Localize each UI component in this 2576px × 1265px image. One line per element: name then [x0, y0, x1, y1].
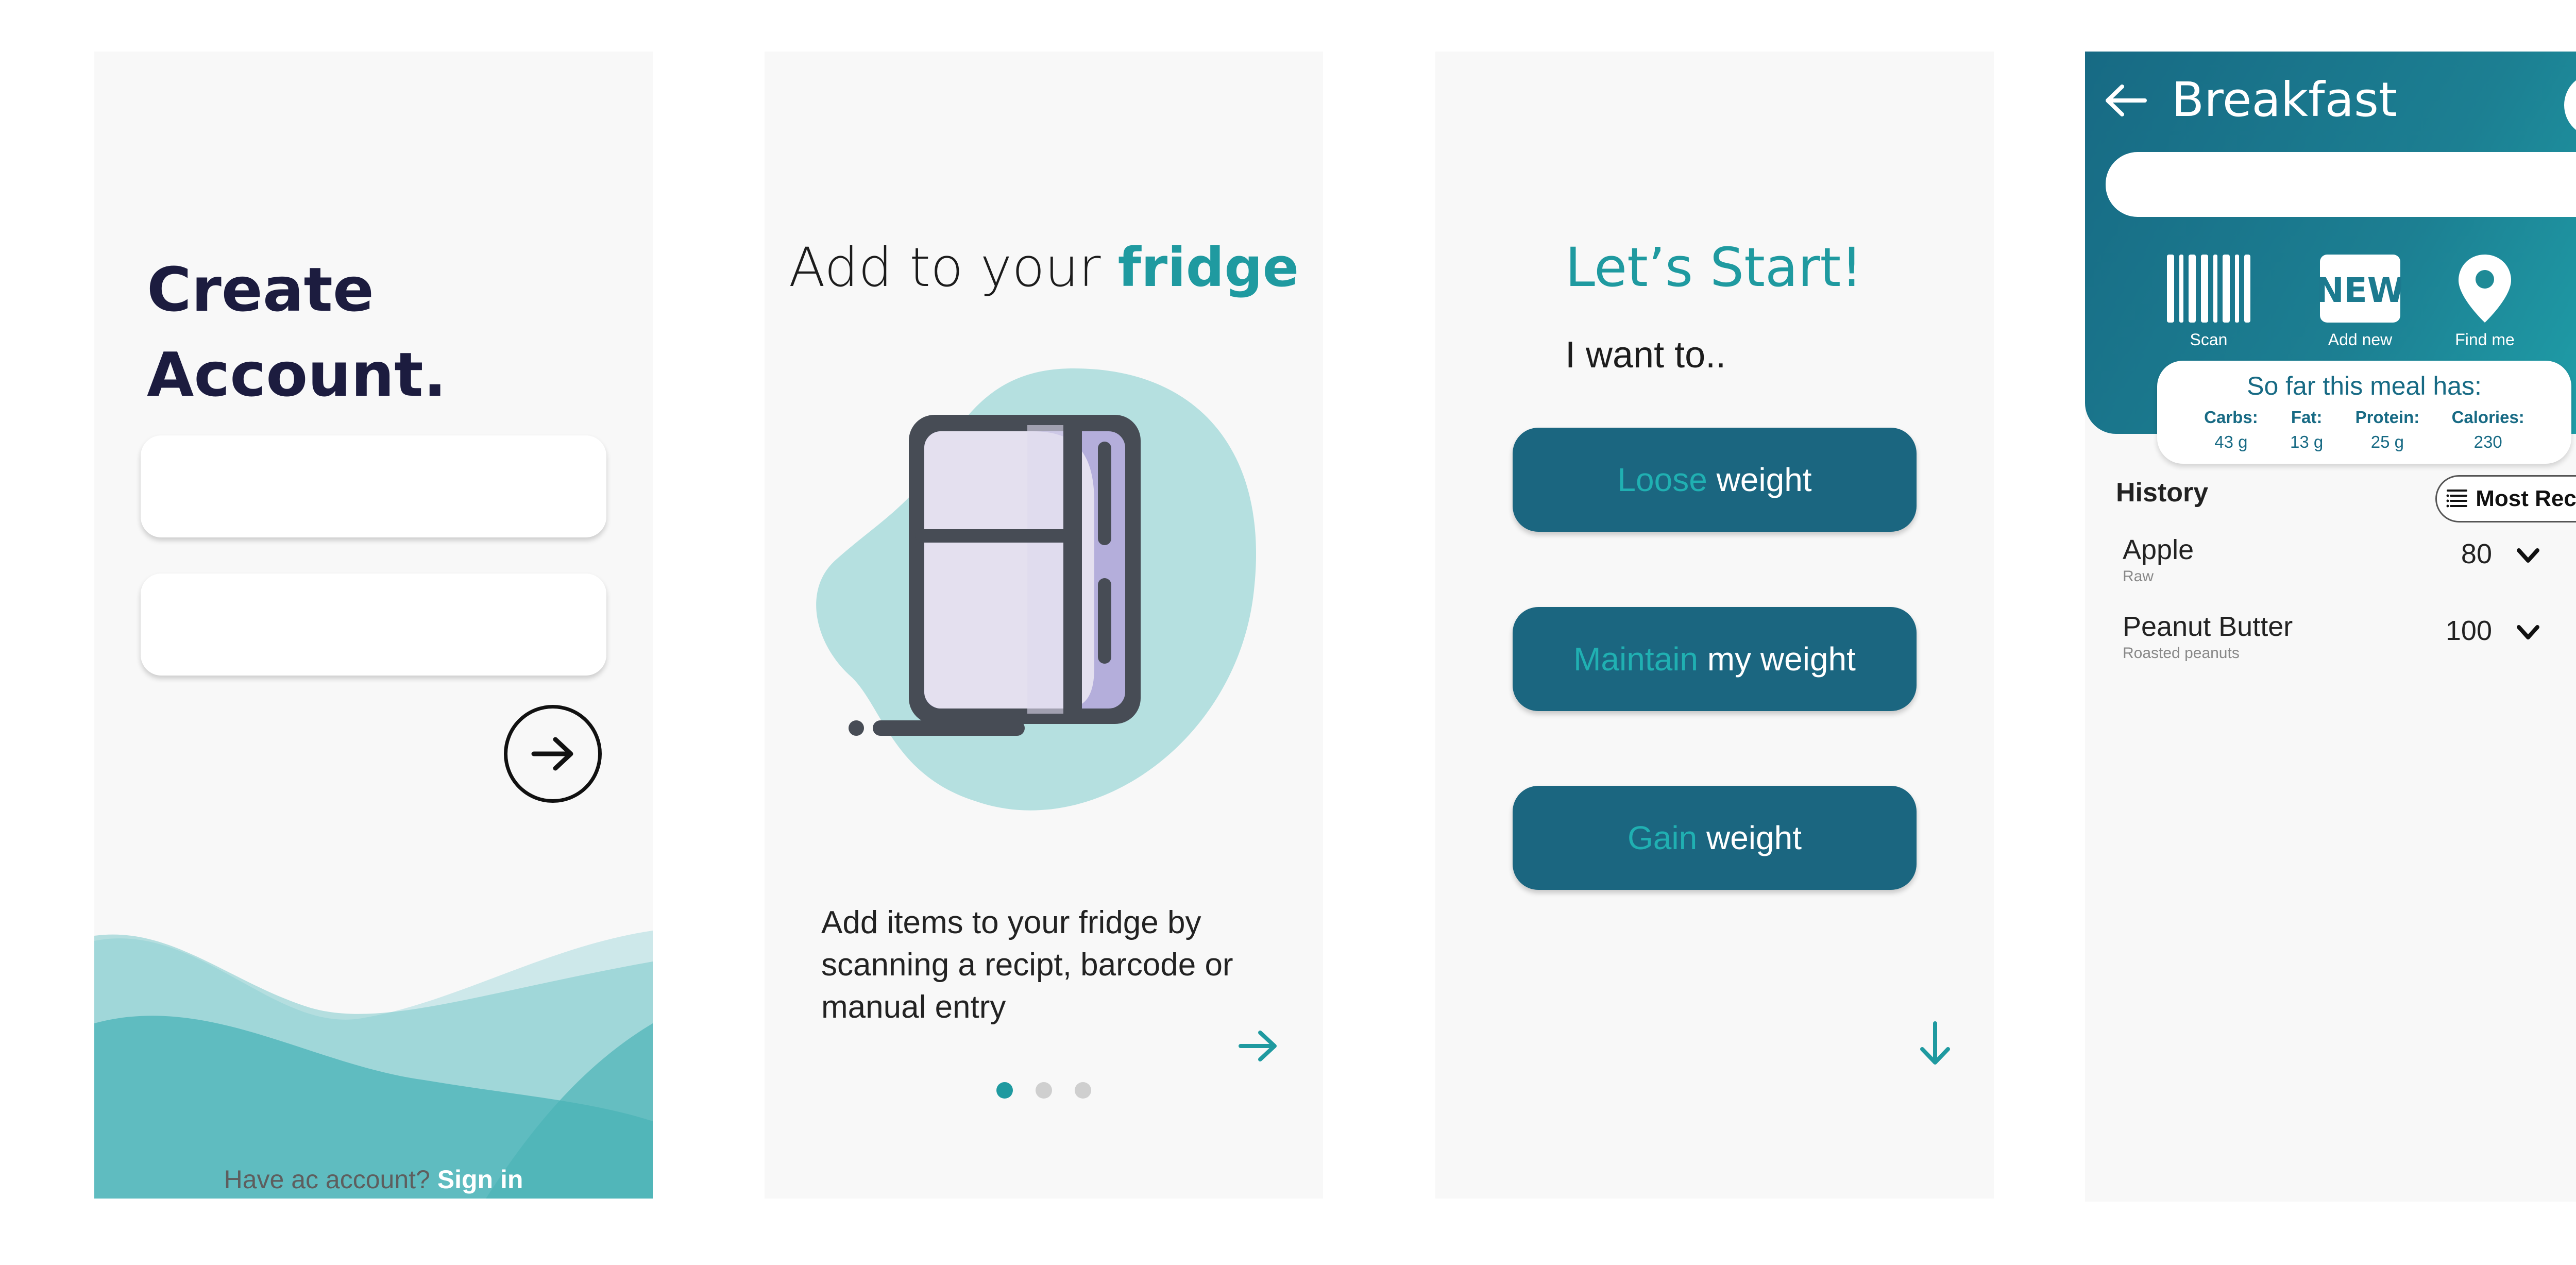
macro-protein: Protein: 25 g	[2355, 405, 2420, 454]
lets-start-title: Let’s Start!	[1565, 236, 1862, 299]
create-account-screen: Create Account. Have ac account? Sign in	[94, 52, 653, 1199]
signin-footer: Have ac account? Sign in	[94, 1165, 653, 1194]
title-line-2: Account.	[147, 339, 447, 410]
list-item: Peanut Butter Roasted peanuts 100	[2085, 611, 2576, 678]
svg-text:NEW: NEW	[2319, 271, 2401, 310]
meal-title: Breakfast	[2172, 72, 2397, 127]
sort-list-icon	[2446, 490, 2468, 508]
list-item: Apple Raw 80	[2085, 534, 2576, 601]
macro-value: 13 g	[2290, 432, 2324, 451]
macro-label: Fat:	[2291, 408, 2323, 427]
next-arrow-icon[interactable]	[1238, 1025, 1279, 1067]
scan-action[interactable]: Scan	[2157, 252, 2260, 349]
item-name: Peanut Butter	[2123, 611, 2293, 642]
fridge-illustration	[816, 368, 1257, 811]
title-line-1: Create	[147, 254, 374, 325]
goal-selection-screen: Let’s Start! I want to.. Loose weight Ma…	[1435, 52, 1994, 1199]
fridge-title: Add to your fridge	[765, 236, 1323, 299]
macro-list: Carbs: 43 g Fat: 13 g Protein: 25 g Calo…	[2157, 401, 2571, 454]
macro-value: 230	[2473, 432, 2502, 451]
fridge-title-highlight: fridge	[1117, 236, 1299, 299]
signup-field-1[interactable]	[141, 435, 606, 537]
wave-decoration	[94, 931, 653, 1199]
pagination-dot[interactable]	[1036, 1082, 1052, 1099]
item-name: Apple	[2123, 534, 2194, 565]
summary-title: So far this meal has:	[2247, 372, 2482, 400]
arrow-down-icon[interactable]	[1917, 1020, 1953, 1067]
meal-summary-card: So far this meal has: Carbs: 43 g Fat: 1…	[2157, 361, 2571, 464]
add-new-action[interactable]: NEW Add new	[2309, 252, 2412, 349]
pagination-dots	[765, 1082, 1323, 1099]
fridge-title-plain: Add to your	[788, 236, 1101, 299]
barcode-icon	[2167, 255, 2250, 323]
sort-most-recent-button[interactable]: Most Recent	[2435, 475, 2576, 522]
goal-lose-weight-button[interactable]: Loose weight	[1513, 428, 1917, 532]
meal-log-screen: Breakfast Scan NEW Add new Find me So fa…	[2085, 52, 2576, 1202]
item-subtitle: Roasted peanuts	[2123, 645, 2240, 662]
goal-maintain-weight-button[interactable]: Maintain my weight	[1513, 607, 1917, 711]
fridge-onboarding-screen: Add to your fridge Add items to your fri…	[765, 52, 1323, 1199]
create-account-title: Create Account.	[147, 247, 447, 417]
macro-carbs: Carbs: 43 g	[2204, 405, 2258, 454]
back-arrow-icon[interactable]	[2104, 82, 2148, 119]
pagination-dot[interactable]	[996, 1082, 1013, 1099]
item-quantity: 80	[2461, 538, 2492, 569]
food-search-input[interactable]	[2106, 152, 2576, 217]
goal-highlight: Loose	[1617, 461, 1707, 498]
item-subtitle: Raw	[2123, 568, 2154, 585]
footer-text: Have ac account?	[224, 1165, 430, 1194]
item-quantity: 100	[2445, 615, 2492, 646]
signup-field-2[interactable]	[141, 574, 606, 676]
sort-label: Most Recent	[2476, 486, 2576, 511]
history-heading: History	[2116, 478, 2209, 508]
pagination-dot[interactable]	[1075, 1082, 1091, 1099]
goal-text: weight	[1706, 819, 1802, 856]
chevron-down-icon[interactable]	[2513, 620, 2544, 646]
find-me-action[interactable]: Find me	[2433, 252, 2536, 349]
macro-value: 25 g	[2370, 432, 2404, 451]
goal-subtitle: I want to..	[1565, 334, 1726, 376]
goal-text: my weight	[1707, 640, 1856, 678]
macro-value: 43 g	[2214, 432, 2248, 451]
goal-highlight: Maintain	[1573, 640, 1699, 678]
next-button[interactable]	[504, 705, 602, 803]
chevron-down-icon[interactable]	[2513, 543, 2544, 569]
new-badge-icon: NEW	[2315, 255, 2405, 323]
goal-gain-weight-button[interactable]: Gain weight	[1513, 786, 1917, 890]
location-pin-icon	[2459, 255, 2511, 323]
macro-label: Protein:	[2355, 408, 2420, 427]
macro-calories: Calories: 230	[2452, 405, 2524, 454]
macro-label: Carbs:	[2204, 408, 2258, 427]
sign-in-link[interactable]: Sign in	[437, 1165, 523, 1194]
add-new-label: Add new	[2328, 330, 2393, 349]
fridge-description: Add items to your fridge by scanning a r…	[821, 905, 1233, 1025]
macro-fat: Fat: 13 g	[2290, 405, 2323, 454]
find-me-label: Find me	[2455, 330, 2515, 349]
goal-highlight: Gain	[1628, 819, 1698, 856]
goal-text: weight	[1716, 461, 1812, 498]
scan-label: Scan	[2190, 330, 2228, 349]
macro-label: Calories:	[2451, 408, 2524, 427]
arrow-right-icon	[531, 737, 573, 771]
